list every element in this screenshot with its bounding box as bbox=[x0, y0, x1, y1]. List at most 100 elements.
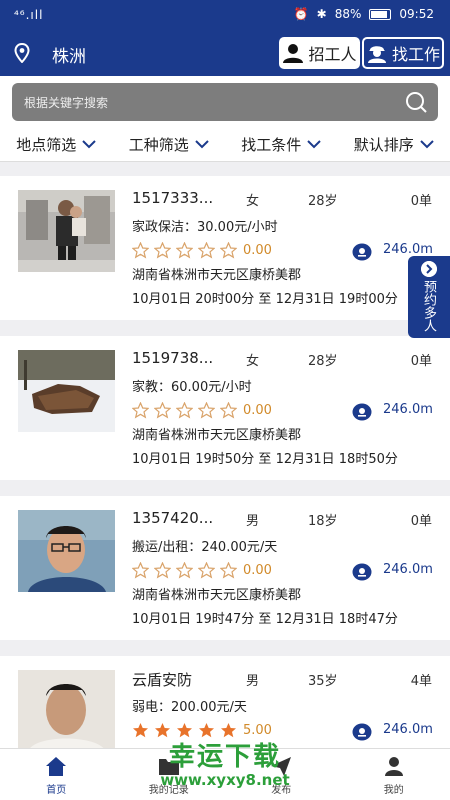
worker-distance: 246.0m bbox=[383, 242, 433, 257]
search-input[interactable]: 根据关键字搜索 bbox=[12, 83, 438, 121]
distance-icon bbox=[352, 403, 372, 421]
tab-records[interactable]: 我的记录 bbox=[113, 749, 226, 800]
user-icon bbox=[384, 757, 403, 776]
tab-home[interactable]: 首页 bbox=[0, 749, 113, 800]
tab-label: 首页 bbox=[46, 785, 67, 796]
worker-distance: 246.0m bbox=[383, 722, 433, 737]
star-empty-icon bbox=[154, 242, 171, 259]
search-icon[interactable] bbox=[404, 90, 428, 114]
chevron-down-icon bbox=[420, 140, 434, 149]
tab-label: 我的记录 bbox=[148, 785, 189, 796]
worker-orders: 0单 bbox=[410, 194, 432, 209]
recruit-button[interactable]: 招工人 bbox=[279, 37, 360, 69]
bottom-tab-bar: 首页 我的记录 发布 我的 bbox=[0, 748, 450, 800]
star-empty-icon bbox=[220, 402, 237, 419]
worker-name: 云盾安防 bbox=[132, 671, 193, 689]
battery-icon bbox=[369, 8, 392, 20]
rating-value: 5.00 bbox=[243, 723, 272, 738]
star-empty-icon bbox=[132, 242, 149, 259]
rating-stars bbox=[132, 562, 237, 579]
star-filled-icon bbox=[199, 723, 214, 738]
worker-service-price: 弱电：200.00元/天 bbox=[132, 700, 247, 715]
star-empty-icon bbox=[176, 242, 193, 259]
recruit-button-label: 招工人 bbox=[308, 45, 357, 64]
worker-gender: 男 bbox=[246, 674, 260, 689]
distance-icon bbox=[352, 243, 372, 261]
worker-age: 28岁 bbox=[308, 194, 338, 209]
star-empty-icon bbox=[198, 562, 215, 579]
app-header: 株洲 招工人 找工作 bbox=[0, 30, 450, 76]
filter-job-type[interactable]: 工种筛选 bbox=[113, 128, 226, 161]
worker-gender: 男 bbox=[246, 514, 260, 529]
send-icon bbox=[271, 757, 292, 776]
filter-conditions[interactable]: 找工条件 bbox=[225, 128, 338, 161]
star-filled-icon bbox=[177, 723, 192, 738]
worker-age: 18岁 bbox=[308, 514, 338, 529]
search-placeholder: 根据关键字搜索 bbox=[24, 96, 109, 110]
worker-gender: 女 bbox=[246, 354, 260, 369]
worker-orders: 0单 bbox=[410, 354, 432, 369]
rating-stars bbox=[132, 722, 237, 739]
worker-distance: 246.0m bbox=[383, 402, 433, 417]
star-empty-icon bbox=[220, 242, 237, 259]
status-bar: ⁴⁶.ıll ⏰ ✱ 88% 09:52 bbox=[0, 0, 450, 30]
tab-mine[interactable]: 我的 bbox=[338, 749, 450, 800]
chevron-down-icon bbox=[307, 140, 321, 149]
filter-label: 工种筛选 bbox=[128, 136, 189, 154]
distance-icon bbox=[352, 563, 372, 581]
tab-publish[interactable]: 发布 bbox=[225, 749, 338, 800]
worker-address: 湖南省株洲市天元区康桥美郡 bbox=[132, 588, 302, 603]
book-multiple-label: 预约多人 bbox=[421, 280, 436, 332]
worker-card[interactable]: 1517333... 女 28岁 0单 家政保洁：30.00元/小时 0.00 … bbox=[0, 176, 450, 320]
star-empty-icon bbox=[198, 402, 215, 419]
alarm-icon: ⏰ bbox=[293, 7, 309, 21]
star-empty-icon bbox=[176, 562, 193, 579]
clock: 09:52 bbox=[399, 7, 434, 21]
find-job-button-label: 找工作 bbox=[391, 45, 440, 64]
worker-age: 35岁 bbox=[308, 674, 338, 689]
rating-value: 0.00 bbox=[243, 563, 272, 578]
worker-distance: 246.0m bbox=[383, 562, 433, 577]
bluetooth-icon: ✱ bbox=[316, 7, 327, 21]
rating-stars bbox=[132, 402, 237, 419]
book-multiple-button[interactable]: 预约多人 bbox=[408, 256, 450, 338]
worker-card[interactable]: 1519738... 女 28岁 0单 家教：60.00元/小时 0.00 24… bbox=[0, 336, 450, 480]
rating-value: 0.00 bbox=[243, 403, 272, 418]
worker-age: 28岁 bbox=[308, 354, 338, 369]
distance-icon bbox=[352, 723, 372, 741]
star-empty-icon bbox=[154, 402, 171, 419]
rating-value: 0.00 bbox=[243, 243, 272, 258]
worker-availability: 10月01日 19时47分 至 12月31日 18时47分 bbox=[132, 612, 398, 627]
star-empty-icon bbox=[176, 402, 193, 419]
star-empty-icon bbox=[132, 402, 149, 419]
filter-label: 地点筛选 bbox=[16, 136, 77, 154]
home-icon bbox=[46, 757, 67, 776]
tab-label: 发布 bbox=[271, 785, 292, 796]
star-empty-icon bbox=[154, 562, 171, 579]
signal-indicator: ⁴⁶.ıll bbox=[14, 8, 44, 22]
location-pin-icon[interactable] bbox=[14, 43, 30, 63]
star-empty-icon bbox=[220, 562, 237, 579]
worker-address: 湖南省株洲市天元区康桥美郡 bbox=[132, 428, 302, 443]
worker-name: 1519738... bbox=[132, 349, 214, 367]
filter-label: 找工条件 bbox=[241, 136, 302, 154]
worker-name: 1357420... bbox=[132, 509, 214, 527]
battery-percent: 88% bbox=[334, 7, 362, 21]
city-selector[interactable]: 株洲 bbox=[52, 42, 86, 67]
star-filled-icon bbox=[221, 723, 236, 738]
search-section: 根据关键字搜索 bbox=[0, 76, 450, 128]
star-empty-icon bbox=[132, 562, 149, 579]
worker-availability: 10月01日 20时00分 至 12月31日 19时00分 bbox=[132, 292, 398, 307]
worker-card[interactable]: 1357420... 男 18岁 0单 搬运/出租：240.00元/天 0.00… bbox=[0, 496, 450, 640]
worker-service-price: 家教：60.00元/小时 bbox=[132, 380, 252, 395]
find-job-button[interactable]: 找工作 bbox=[362, 37, 444, 69]
worker-orders: 4单 bbox=[410, 674, 432, 689]
worker-orders: 0单 bbox=[410, 514, 432, 529]
worker-availability: 10月01日 19时50分 至 12月31日 18时50分 bbox=[132, 452, 398, 467]
filter-sort[interactable]: 默认排序 bbox=[338, 128, 450, 161]
worker-gender: 女 bbox=[246, 194, 260, 209]
filter-bar: 地点筛选 工种筛选 找工条件 默认排序 bbox=[0, 128, 450, 162]
worker-name: 1517333... bbox=[132, 189, 214, 207]
chevron-down-icon bbox=[82, 140, 96, 149]
filter-location[interactable]: 地点筛选 bbox=[0, 128, 113, 161]
